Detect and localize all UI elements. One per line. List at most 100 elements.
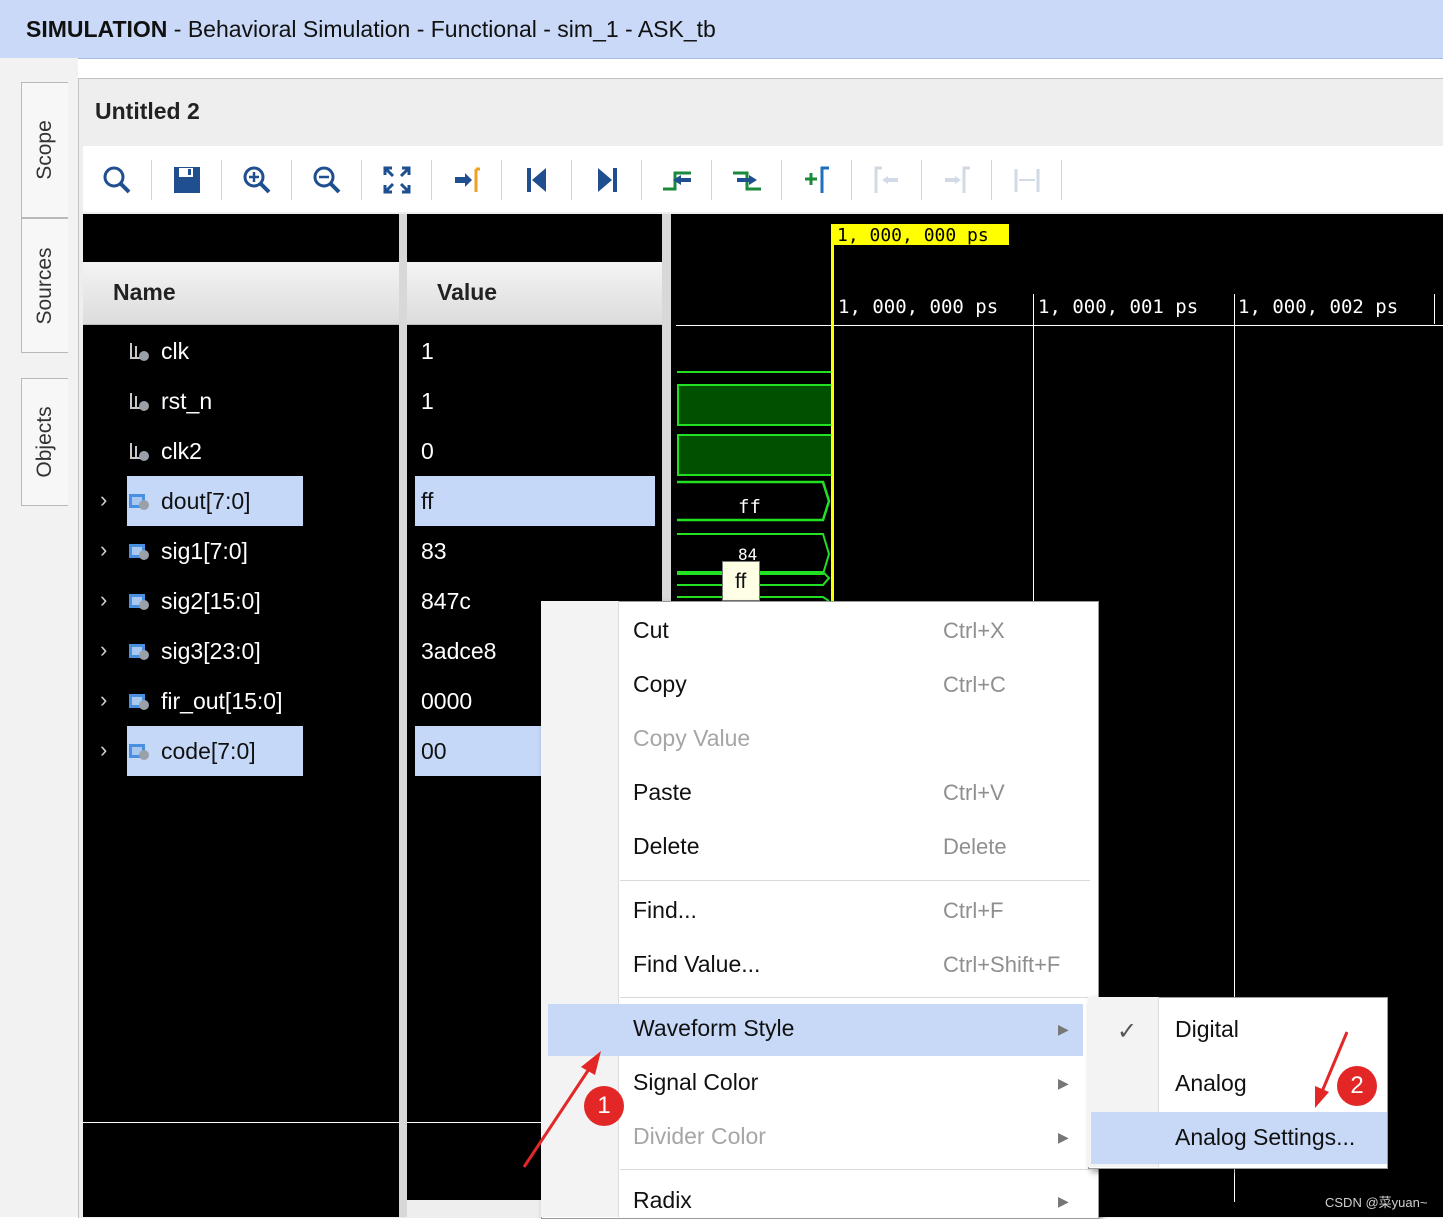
tab-sources[interactable]: Sources (21, 218, 68, 353)
submenu-item-digital[interactable]: Digital (1175, 1016, 1239, 1043)
menu-item-copy[interactable]: Copy (633, 671, 687, 698)
value-column-label: Value (437, 279, 498, 305)
menu-separator (620, 997, 1090, 998)
context-menu (541, 601, 1099, 1219)
expand-chevron-icon[interactable]: › (100, 737, 107, 763)
goto-end-icon[interactable] (587, 160, 627, 200)
signal-value-cell[interactable]: 1 (407, 326, 662, 376)
menu-item-cut[interactable]: Cut (633, 617, 669, 644)
signal-value-cell[interactable]: 0 (407, 426, 662, 476)
menu-item-find[interactable]: Find... (633, 897, 697, 924)
check-icon: ✓ (1117, 1018, 1138, 1045)
signal-value: 0000 (421, 688, 473, 714)
time-tick: 1, 000, 001 ps (1038, 296, 1199, 318)
title-mode: SIMULATION (26, 16, 168, 42)
next-transition-icon[interactable] (727, 160, 767, 200)
signal-name: clk (161, 338, 190, 364)
menu-item-divider-color: Divider Color (633, 1123, 766, 1150)
bus-value-dout: ff (738, 496, 761, 518)
signal-row-rst-n[interactable]: rst_n (83, 376, 399, 426)
expand-chevron-icon[interactable]: › (100, 687, 107, 713)
signal-row-sig1[interactable]: › sig1[7:0] (83, 526, 399, 576)
menu-shortcut: Ctrl+C (943, 672, 1006, 697)
menu-item-radix[interactable]: Radix (633, 1187, 692, 1214)
signal-row-clk2[interactable]: clk2 (83, 426, 399, 476)
wire-signal-icon (128, 390, 150, 412)
swap-cursors-icon (1007, 160, 1047, 200)
expand-chevron-icon[interactable]: › (100, 537, 107, 563)
menu-item-label: Divider Color (633, 1123, 766, 1149)
menu-item-delete[interactable]: Delete (633, 833, 699, 860)
zoom-fit-icon[interactable] (377, 160, 417, 200)
wire-signal-icon (128, 440, 150, 462)
menu-shortcut: Delete (943, 834, 1007, 859)
menu-item-signal-color[interactable]: Signal Color (633, 1069, 758, 1096)
bus-signal-icon (128, 640, 150, 662)
submenu-item-analog[interactable]: Analog (1175, 1070, 1247, 1097)
signal-name: clk2 (161, 438, 202, 464)
signal-value: 0 (421, 438, 434, 464)
name-column-header[interactable]: Name (83, 262, 399, 325)
signal-name: dout[7:0] (161, 488, 251, 514)
value-column-header[interactable]: Value (407, 262, 662, 325)
tooltip-text: ff (735, 570, 747, 593)
menu-separator (620, 880, 1090, 881)
next-marker-icon (937, 160, 977, 200)
menu-shortcut: Ctrl+X (943, 618, 1005, 643)
expand-chevron-icon[interactable]: › (100, 587, 107, 613)
goto-start-icon[interactable] (517, 160, 557, 200)
horizontal-scrollbar[interactable] (407, 1200, 547, 1217)
tab-sources-label: Sources (33, 246, 56, 325)
submenu-item-analog-settings[interactable]: Analog Settings... (1175, 1124, 1355, 1151)
zoom-in-icon[interactable] (237, 160, 277, 200)
expand-chevron-icon[interactable]: › (100, 487, 107, 513)
signal-value-cell[interactable]: 1 (407, 376, 662, 426)
annotation-badge-1: 1 (584, 1086, 624, 1126)
main-cursor[interactable] (831, 224, 834, 604)
signal-name: sig2[15:0] (161, 588, 261, 614)
menu-item-label: Signal Color (633, 1069, 759, 1095)
window-title: Untitled 2 (95, 98, 200, 124)
signal-value: 00 (421, 738, 447, 764)
menu-item-waveform-style[interactable]: Waveform Style (633, 1015, 794, 1042)
signal-row-sig2[interactable]: › sig2[15:0] (83, 576, 399, 626)
save-icon[interactable] (167, 160, 207, 200)
signal-row-clk[interactable]: clk (83, 326, 399, 376)
menu-item-label: Cut (633, 617, 669, 643)
zoom-out-icon[interactable] (307, 160, 347, 200)
signal-row-code[interactable]: › code[7:0] (83, 726, 399, 776)
tab-objects[interactable]: Objects (21, 378, 68, 506)
menu-item-paste[interactable]: Paste (633, 779, 692, 806)
menu-item-find-value[interactable]: Find Value... (633, 951, 760, 978)
signal-value-cell[interactable]: 83 (407, 526, 662, 576)
menu-item-label: Radix (633, 1187, 692, 1213)
wave-clk (677, 371, 831, 373)
submenu-item-analog-label: Analog (1175, 1070, 1247, 1096)
menu-item-copy-value: Copy Value (633, 725, 750, 752)
signal-row-fir-out[interactable]: › fir_out[15:0] (83, 676, 399, 726)
signal-value: 1 (421, 388, 434, 414)
signal-value: 83 (421, 538, 447, 564)
signal-value: 1 (421, 338, 434, 364)
menu-item-label: Find... (633, 897, 697, 923)
signal-row-dout[interactable]: › dout[7:0] (83, 476, 399, 526)
signal-row-sig3[interactable]: › sig3[23:0] (83, 626, 399, 676)
bus-signal-icon (128, 690, 150, 712)
search-icon[interactable] (97, 160, 137, 200)
wave-clk2 (677, 434, 831, 476)
goto-cursor-icon[interactable] (447, 160, 487, 200)
menu-item-label: Find Value... (633, 951, 761, 977)
menu-item-label: Copy (633, 671, 687, 697)
column-divider[interactable] (399, 214, 407, 1217)
expand-chevron-icon[interactable]: › (100, 637, 107, 663)
signal-value-cell[interactable]: ff (407, 476, 662, 526)
add-marker-icon[interactable] (797, 160, 837, 200)
signal-name: rst_n (161, 388, 213, 414)
tab-scope[interactable]: Scope (21, 82, 68, 218)
bus-signal-icon (128, 540, 150, 562)
previous-transition-icon[interactable] (657, 160, 697, 200)
menu-shortcut: Ctrl+Shift+F (943, 952, 1061, 977)
signal-name: sig1[7:0] (161, 538, 248, 564)
signal-value: ff (421, 488, 434, 514)
submenu-arrow-icon: ▶ (1058, 1193, 1069, 1209)
